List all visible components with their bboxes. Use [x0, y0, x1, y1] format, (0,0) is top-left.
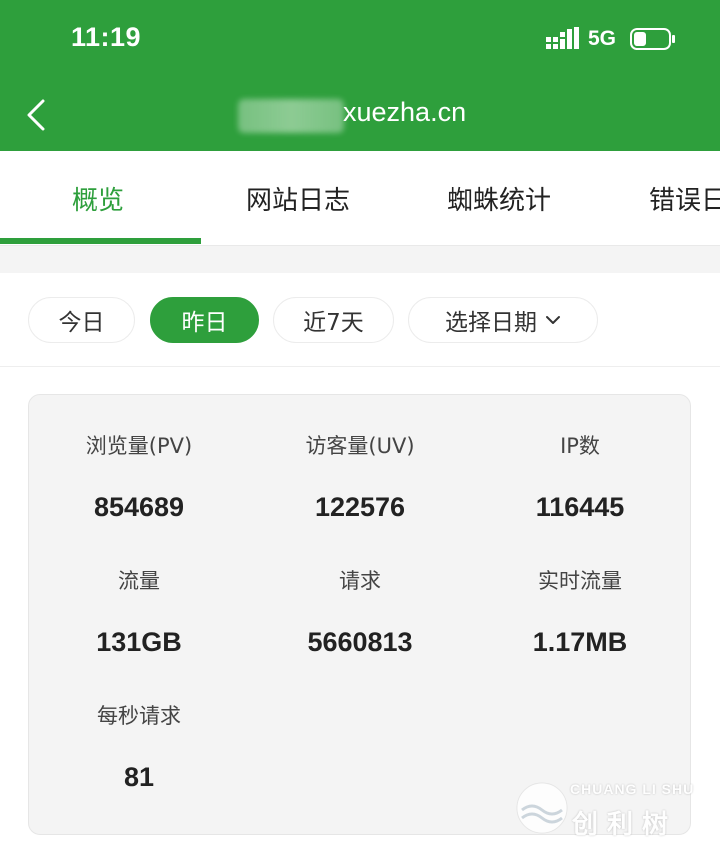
- chevron-left-icon: [27, 99, 45, 131]
- blurred-subdomain: [238, 99, 344, 133]
- brand-watermark: CHUANG LI SHU 创利树: [512, 772, 720, 842]
- stat-traffic: 流量 131GB: [29, 566, 249, 658]
- stat-requests: 请求 5660813: [250, 566, 470, 658]
- active-tab-indicator: [0, 238, 201, 244]
- network-label: 5G: [588, 27, 617, 50]
- stat-value: 854689: [93, 492, 185, 522]
- status-time: 11:19: [71, 22, 142, 52]
- tab-label: 概览: [72, 185, 125, 216]
- stat-value: 131GB: [96, 627, 182, 657]
- stat-value: 116445: [535, 492, 625, 522]
- page-title: xuezha.cn: [343, 97, 467, 127]
- filter-today-button[interactable]: 今日: [28, 297, 135, 343]
- tab-error-logs[interactable]: 错误日: [649, 151, 720, 245]
- wave-logo-icon: [516, 782, 568, 834]
- stat-pv: 浏览量(PV) 854689: [29, 431, 249, 523]
- filter-label: 今日: [58, 310, 105, 336]
- watermark-brand-cn: 创利树: [572, 810, 678, 840]
- stat-value: 1.17MB: [532, 627, 628, 657]
- back-button[interactable]: [16, 92, 56, 138]
- tab-bar: 概览 网站日志 蜘蛛统计 错误日: [0, 151, 720, 246]
- stat-label: IP数: [560, 434, 600, 458]
- stat-value: 81: [123, 762, 155, 792]
- stat-label: 每秒请求: [97, 704, 181, 728]
- signal-icon: [546, 27, 579, 49]
- tab-site-logs[interactable]: 网站日志: [246, 151, 350, 245]
- tab-label: 错误日: [649, 185, 720, 216]
- stat-label: 访客量(UV): [305, 434, 415, 458]
- filter-pick-date-button[interactable]: 选择日期: [408, 297, 598, 343]
- filter-last7-button[interactable]: 近7天: [273, 297, 394, 343]
- stat-requests-per-second: 每秒请求 81: [29, 701, 249, 793]
- battery-icon: [630, 28, 675, 50]
- chevron-down-icon: [546, 316, 560, 324]
- app-header: 11:19 5G xuezha.cn: [0, 0, 720, 151]
- tab-spider-stats[interactable]: 蜘蛛统计: [447, 151, 551, 245]
- stat-value: 122576: [314, 492, 406, 522]
- stat-label: 浏览量(PV): [85, 434, 193, 458]
- stat-label: 流量: [118, 569, 160, 593]
- tab-label: 网站日志: [246, 185, 351, 216]
- stat-value: 5660813: [307, 627, 413, 657]
- stat-label: 请求: [339, 569, 381, 593]
- tab-label: 蜘蛛统计: [447, 185, 552, 216]
- stat-label: 实时流量: [538, 569, 622, 593]
- stat-ip: IP数 116445: [470, 431, 690, 523]
- filter-label: 昨日: [181, 310, 228, 336]
- date-filter-bar: 今日 昨日 近7天 选择日期: [0, 273, 720, 367]
- filter-yesterday-button[interactable]: 昨日: [150, 297, 259, 343]
- watermark-brand-en: CHUANG LI SHU: [570, 781, 695, 797]
- filter-label: 近7天: [303, 310, 364, 336]
- filter-label: 选择日期: [445, 310, 537, 336]
- tab-overview[interactable]: 概览: [72, 151, 124, 245]
- stat-realtime-traffic: 实时流量 1.17MB: [470, 566, 690, 658]
- stat-uv: 访客量(UV) 122576: [250, 431, 470, 523]
- stats-card: 浏览量(PV) 854689 访客量(UV) 122576 IP数 116445…: [28, 394, 691, 835]
